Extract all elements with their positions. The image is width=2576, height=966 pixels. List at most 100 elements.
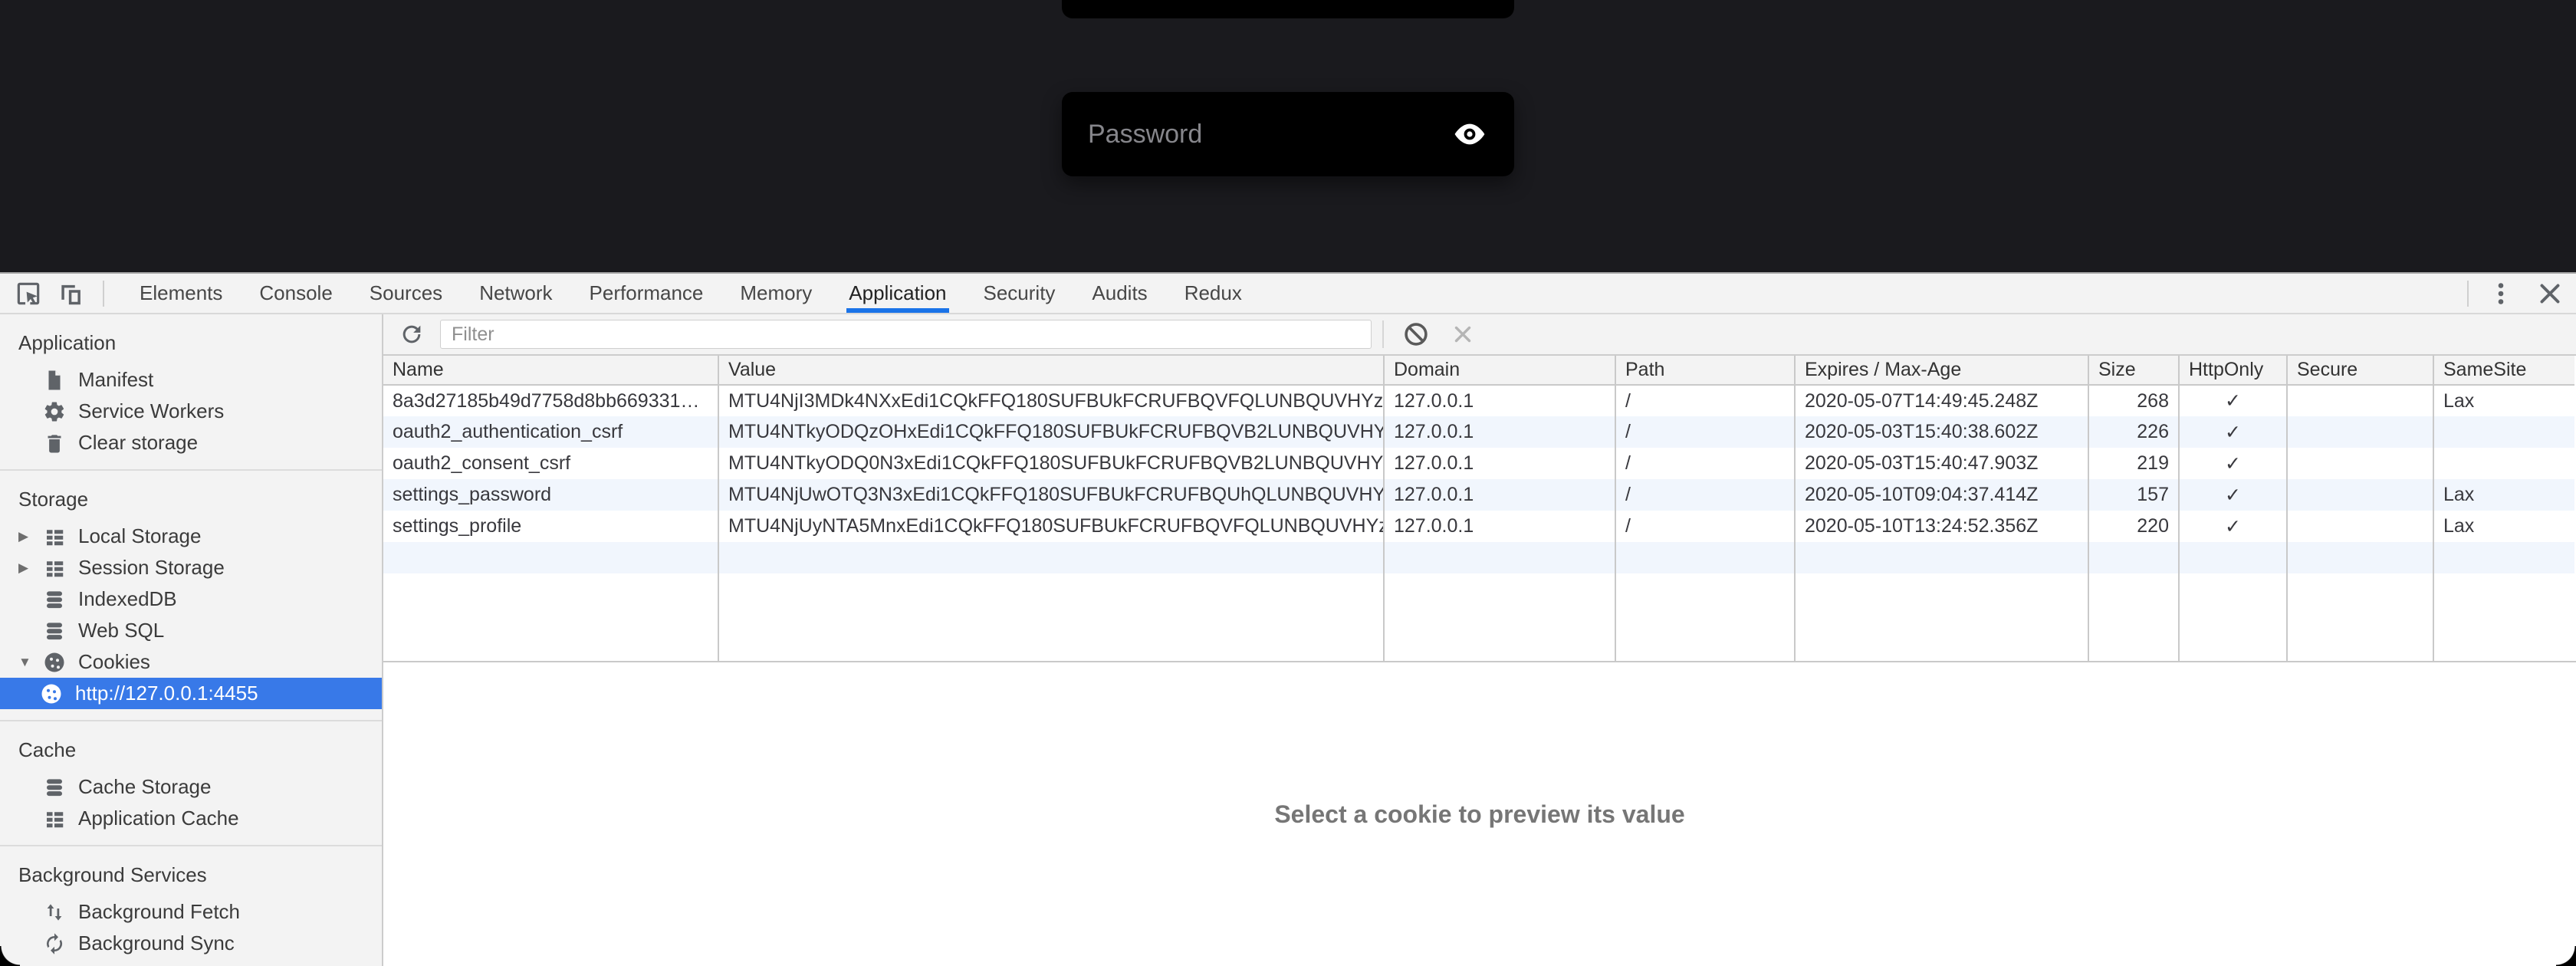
cell-size[interactable]: 268: [2088, 385, 2179, 416]
cookie-row[interactable]: settings_profileMTU4NjUyNTA5MnxEdi1CQkFF…: [383, 511, 2574, 542]
cell-value[interactable]: MTU4NTkyODQzOHxEdi1CQkFFQ180SUFBUkFCRUFB…: [718, 416, 1384, 448]
cell-httponly[interactable]: ✓: [2179, 511, 2287, 542]
column-header-httponly[interactable]: HttpOnly: [2179, 356, 2287, 385]
column-header-name[interactable]: Name: [383, 356, 718, 385]
cell-secure[interactable]: [2287, 416, 2433, 448]
password-field[interactable]: Password: [1062, 92, 1514, 176]
cell-domain[interactable]: 127.0.0.1: [1384, 448, 1615, 479]
sidebar-item-background-sync[interactable]: Background Sync: [0, 928, 382, 959]
cell-name[interactable]: oauth2_authentication_csrf: [383, 416, 718, 448]
cookie-row[interactable]: 8a3d27185b49d7758d8bb669331…MTU4NjI3MDk4…: [383, 385, 2574, 416]
cell-path[interactable]: /: [1615, 511, 1795, 542]
tab-memory[interactable]: Memory: [740, 274, 812, 313]
cell-name[interactable]: settings_password: [383, 479, 718, 511]
cell-domain[interactable]: 127.0.0.1: [1384, 385, 1615, 416]
cookie-row[interactable]: oauth2_authentication_csrfMTU4NTkyODQzOH…: [383, 416, 2574, 448]
cookie-row[interactable]: oauth2_consent_csrfMTU4NTkyODQ0N3xEdi1CQ…: [383, 448, 2574, 479]
cell-expires[interactable]: 2020-05-10T13:24:52.356Z: [1795, 511, 2088, 542]
sidebar-item-cookies[interactable]: ▼ Cookies: [0, 646, 382, 678]
cell-name[interactable]: [383, 542, 718, 573]
cell-name[interactable]: oauth2_consent_csrf: [383, 448, 718, 479]
cell-expires[interactable]: 2020-05-07T14:49:45.248Z: [1795, 385, 2088, 416]
kebab-menu-icon[interactable]: [2487, 280, 2515, 307]
tab-performance[interactable]: Performance: [590, 274, 704, 313]
cell-path[interactable]: /: [1615, 479, 1795, 511]
cell-name[interactable]: 8a3d27185b49d7758d8bb669331…: [383, 385, 718, 416]
sidebar-item-session-storage[interactable]: ▶ Session Storage: [0, 552, 382, 583]
tab-network[interactable]: Network: [479, 274, 552, 313]
cell-httponly[interactable]: ✓: [2179, 416, 2287, 448]
cell-secure[interactable]: [2287, 542, 2433, 573]
refresh-icon[interactable]: [399, 321, 425, 347]
cell-path[interactable]: [1615, 542, 1795, 573]
cell-value[interactable]: [718, 542, 1384, 573]
sidebar-item-cache-storage[interactable]: Cache Storage: [0, 771, 382, 803]
cell-size[interactable]: 157: [2088, 479, 2179, 511]
username-field-partial[interactable]: [1062, 0, 1514, 18]
cell-domain[interactable]: [1384, 542, 1615, 573]
cell-expires[interactable]: 2020-05-10T09:04:37.414Z: [1795, 479, 2088, 511]
cell-path[interactable]: /: [1615, 385, 1795, 416]
cell-path[interactable]: /: [1615, 448, 1795, 479]
cell-domain[interactable]: 127.0.0.1: [1384, 416, 1615, 448]
cell-httponly[interactable]: ✓: [2179, 479, 2287, 511]
sidebar-item-indexeddb[interactable]: IndexedDB: [0, 583, 382, 615]
cell-secure[interactable]: [2287, 448, 2433, 479]
sidebar-item-clear-storage[interactable]: Clear storage: [0, 427, 382, 458]
column-header-domain[interactable]: Domain: [1384, 356, 1615, 385]
cell-domain[interactable]: 127.0.0.1: [1384, 479, 1615, 511]
cell-secure[interactable]: [2287, 511, 2433, 542]
cell-value[interactable]: MTU4NjUyNTA5MnxEdi1CQkFFQ180SUFBUkFCRUFB…: [718, 511, 1384, 542]
eye-icon[interactable]: [1451, 116, 1488, 153]
chevron-right-icon[interactable]: ▶: [18, 560, 43, 576]
sidebar-item-cookies-host[interactable]: http://127.0.0.1:4455: [0, 678, 382, 709]
sidebar-item-application-cache[interactable]: Application Cache: [0, 803, 382, 834]
sidebar-item-manifest[interactable]: Manifest: [0, 364, 382, 396]
cell-httponly[interactable]: ✓: [2179, 448, 2287, 479]
cell-secure[interactable]: [2287, 385, 2433, 416]
tab-console[interactable]: Console: [259, 274, 332, 313]
column-header-expires[interactable]: Expires / Max-Age: [1795, 356, 2088, 385]
tab-sources[interactable]: Sources: [370, 274, 442, 313]
cell-size[interactable]: 226: [2088, 416, 2179, 448]
cell-value[interactable]: MTU4NjUwOTQ3N3xEdi1CQkFFQ180SUFBUkFCRUFB…: [718, 479, 1384, 511]
cell-samesite[interactable]: Lax: [2433, 479, 2574, 511]
cell-samesite[interactable]: Lax: [2433, 511, 2574, 542]
column-header-value[interactable]: Value: [718, 356, 1384, 385]
close-icon[interactable]: [2536, 280, 2564, 307]
clear-all-cookies-icon[interactable]: [1402, 320, 1430, 348]
cell-samesite[interactable]: [2433, 542, 2574, 573]
cell-httponly[interactable]: ✓: [2179, 385, 2287, 416]
cell-value[interactable]: MTU4NjI3MDk4NXxEdi1CQkFFQ180SUFBUkFCRUFB…: [718, 385, 1384, 416]
filter-input[interactable]: [440, 320, 1372, 349]
cell-expires[interactable]: 2020-05-03T15:40:47.903Z: [1795, 448, 2088, 479]
column-header-samesite[interactable]: SameSite: [2433, 356, 2574, 385]
cell-samesite[interactable]: [2433, 416, 2574, 448]
cell-expires[interactable]: 2020-05-03T15:40:38.602Z: [1795, 416, 2088, 448]
cell-value[interactable]: MTU4NTkyODQ0N3xEdi1CQkFFQ180SUFBUkFCRUFB…: [718, 448, 1384, 479]
sidebar-item-service-workers[interactable]: Service Workers: [0, 396, 382, 427]
delete-selected-icon[interactable]: [1450, 321, 1476, 347]
cell-samesite[interactable]: Lax: [2433, 385, 2574, 416]
empty-row[interactable]: [383, 542, 2574, 573]
cell-samesite[interactable]: [2433, 448, 2574, 479]
tab-security[interactable]: Security: [984, 274, 1056, 313]
chevron-down-icon[interactable]: ▼: [18, 655, 43, 670]
column-header-size[interactable]: Size: [2088, 356, 2179, 385]
cell-name[interactable]: settings_profile: [383, 511, 718, 542]
column-header-secure[interactable]: Secure: [2287, 356, 2433, 385]
tab-audits[interactable]: Audits: [1092, 274, 1147, 313]
sidebar-item-notifications[interactable]: Notifications: [0, 959, 382, 966]
cell-size[interactable]: [2088, 542, 2179, 573]
tab-redux[interactable]: Redux: [1184, 274, 1242, 313]
cell-domain[interactable]: 127.0.0.1: [1384, 511, 1615, 542]
cell-path[interactable]: /: [1615, 416, 1795, 448]
cell-httponly[interactable]: [2179, 542, 2287, 573]
cell-expires[interactable]: [1795, 542, 2088, 573]
chevron-right-icon[interactable]: ▶: [18, 529, 43, 544]
sidebar-item-background-fetch[interactable]: Background Fetch: [0, 896, 382, 928]
sidebar-item-local-storage[interactable]: ▶ Local Storage: [0, 521, 382, 552]
tab-application[interactable]: Application: [849, 274, 946, 313]
sidebar-item-web-sql[interactable]: Web SQL: [0, 615, 382, 646]
cell-secure[interactable]: [2287, 479, 2433, 511]
